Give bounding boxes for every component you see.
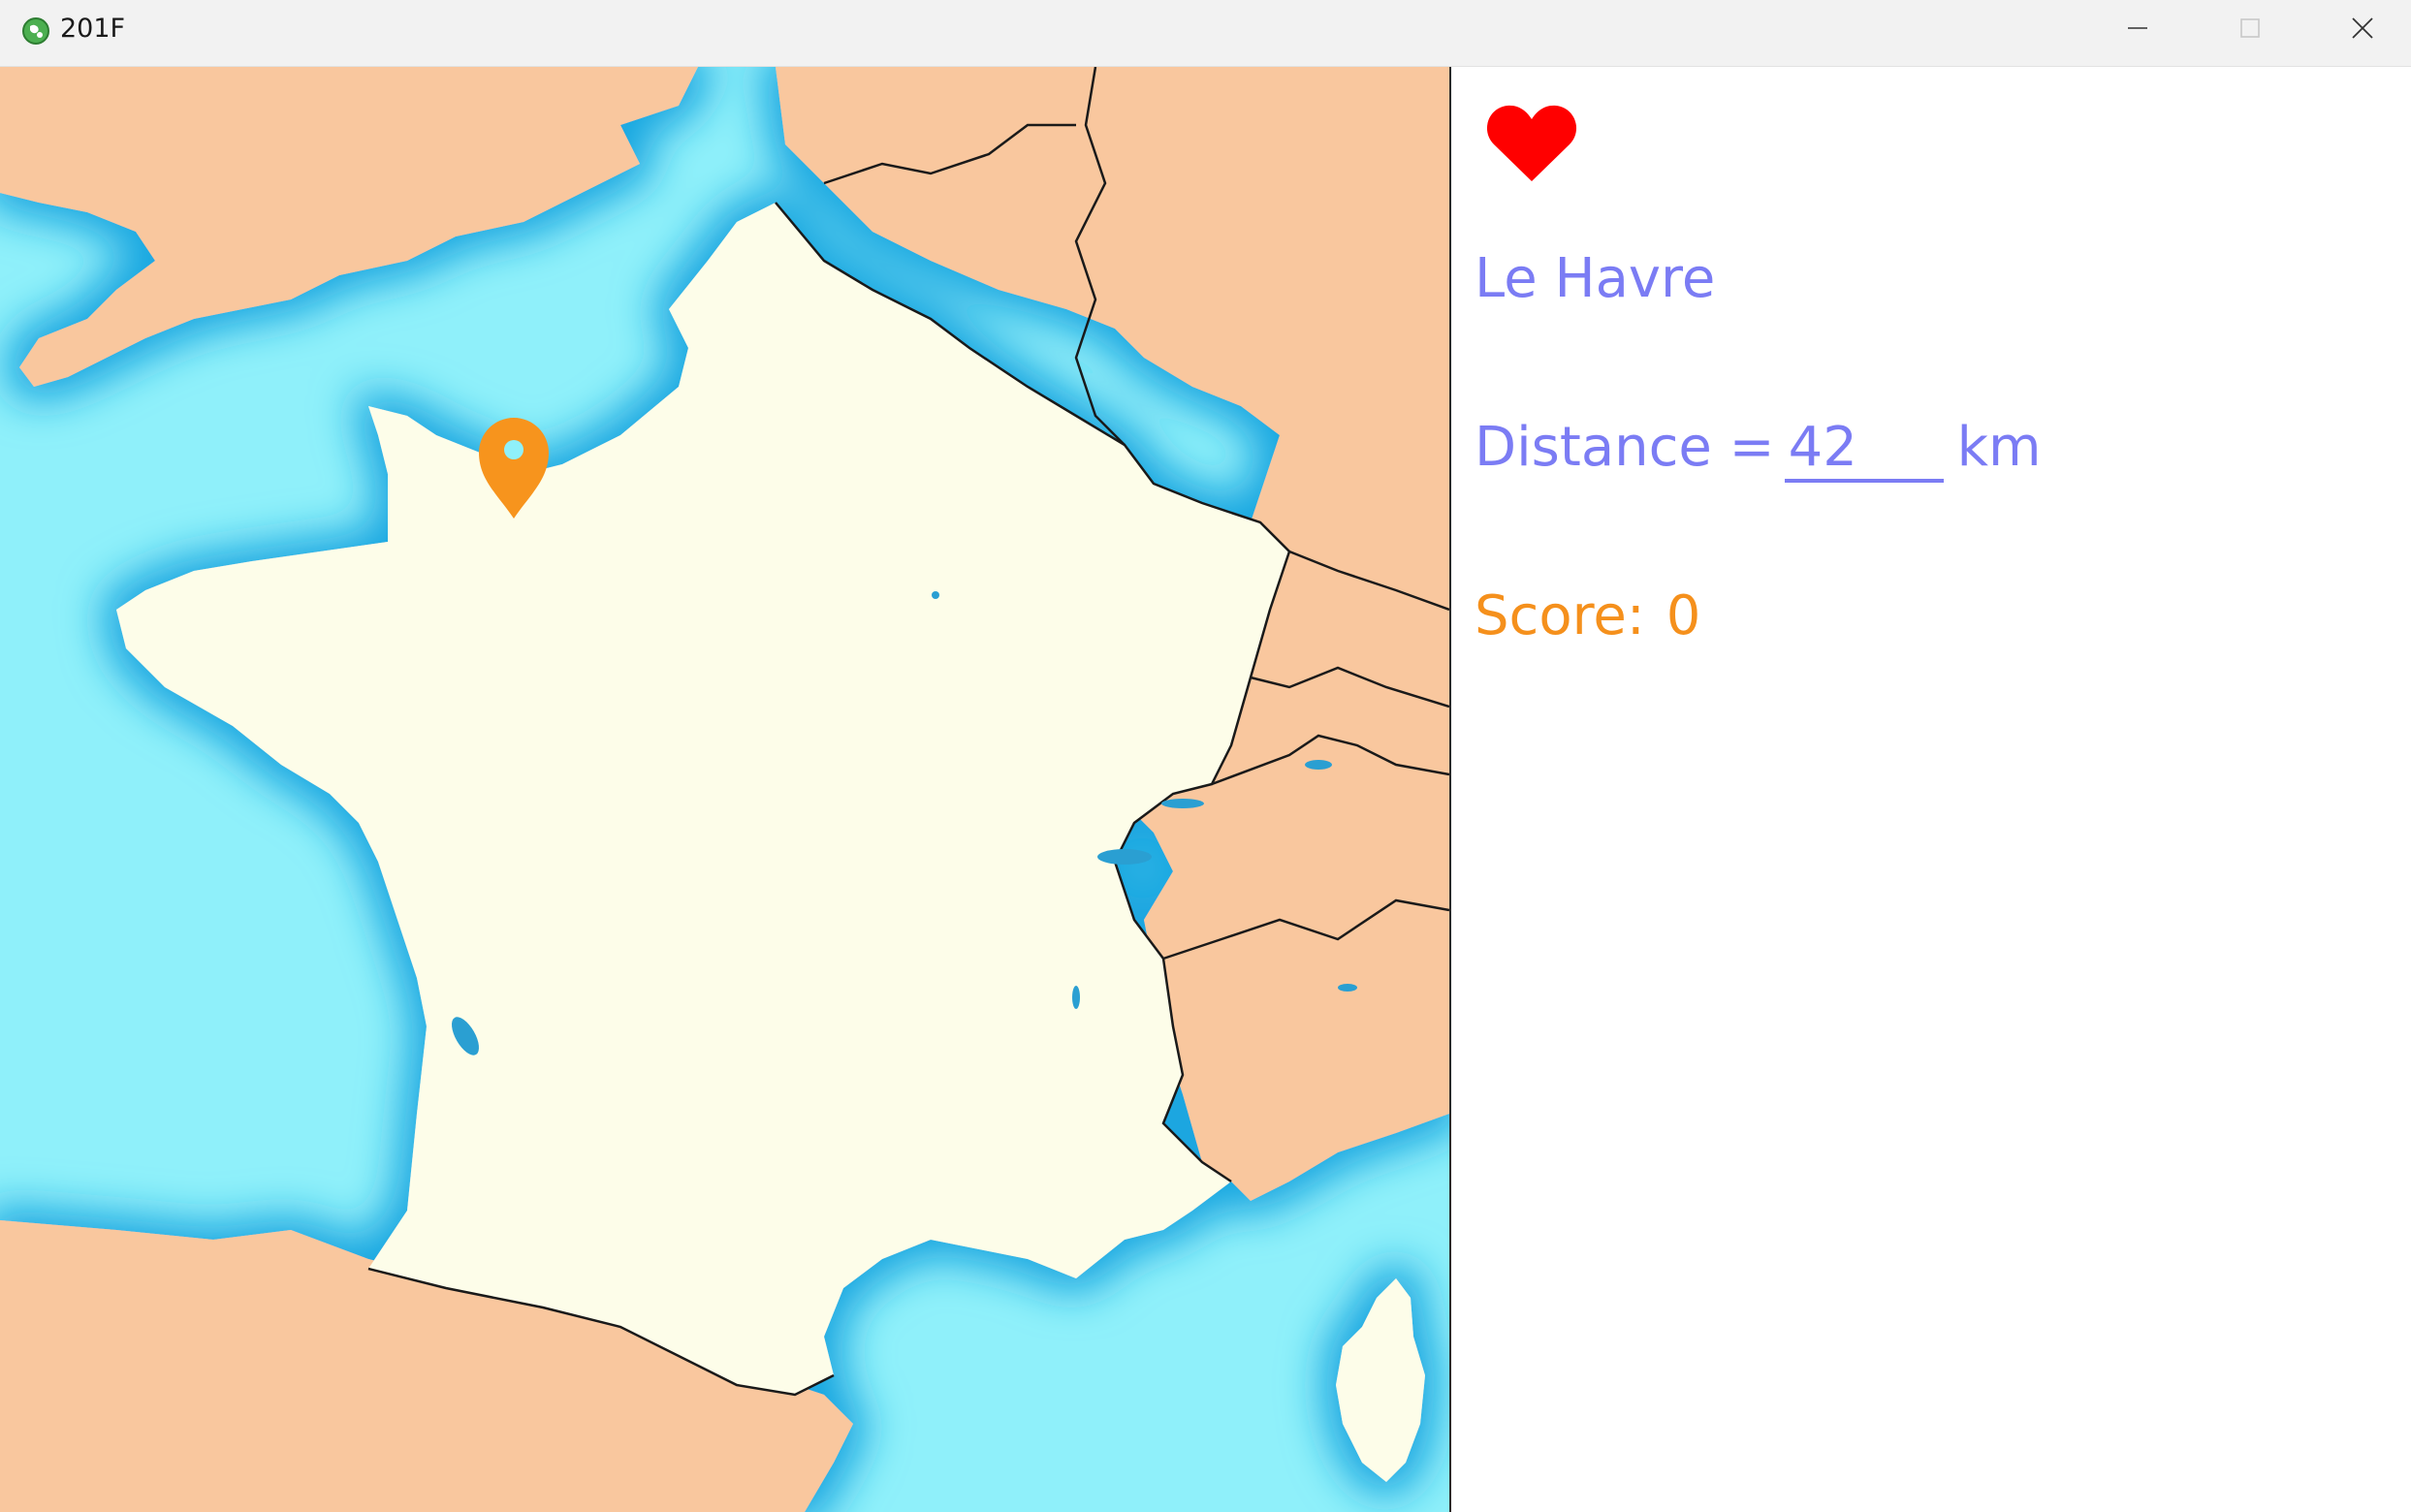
minimize-icon: [2128, 27, 2147, 29]
maximize-icon: [2240, 18, 2260, 38]
distance-row: Distance = 42 km: [1475, 416, 2042, 483]
distance-value: 42: [1784, 417, 1944, 483]
window-title: 201F: [60, 14, 126, 44]
minimize-button[interactable]: [2082, 0, 2195, 58]
distance-label: Distance =: [1475, 416, 1775, 479]
close-icon: [2352, 17, 2373, 39]
target-city: Le Havre: [1475, 247, 1716, 310]
score-value: 0: [1665, 584, 1701, 647]
game-window: 201F Le Havre Distance = 42 km Score: 0: [0, 0, 2411, 1512]
globe-icon: [22, 17, 49, 45]
map-canvas[interactable]: [0, 67, 1451, 1512]
score-row: Score: 0: [1475, 584, 1700, 647]
score-label: Score:: [1475, 584, 1645, 647]
maximize-button[interactable]: [2195, 0, 2307, 58]
game-panel: Le Havre Distance = 42 km Score: 0: [1451, 67, 2411, 1512]
france-map[interactable]: [0, 67, 1449, 1512]
close-button[interactable]: [2307, 0, 2411, 58]
distance-unit: km: [1956, 416, 2042, 479]
title-bar[interactable]: 201F: [0, 0, 2411, 67]
heart-icon: [1486, 105, 1577, 181]
